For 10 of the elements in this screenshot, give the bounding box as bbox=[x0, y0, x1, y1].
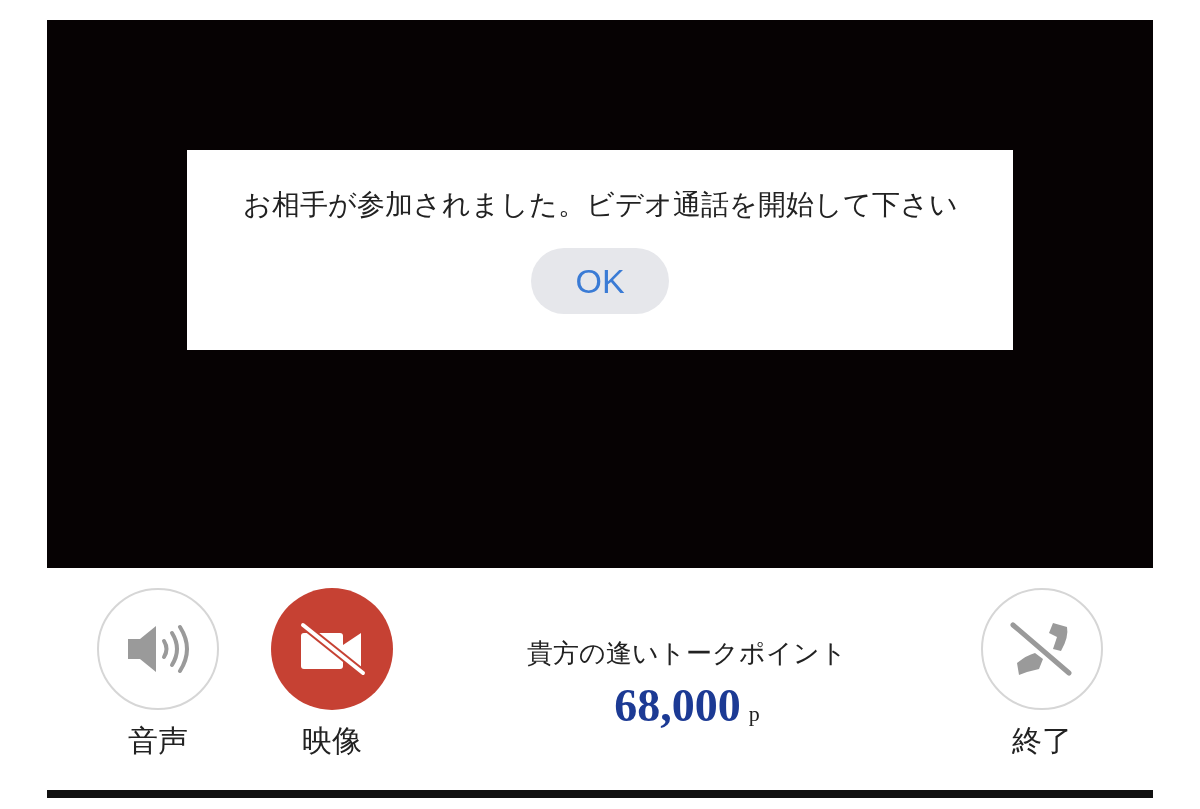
points-title: 貴方の逢いトークポイント bbox=[527, 637, 847, 670]
control-label: 終了 bbox=[1012, 726, 1072, 756]
control-label: 映像 bbox=[302, 726, 362, 756]
points-value: 68,000 bbox=[614, 683, 741, 729]
dialog-message: お相手が参加されました。ビデオ通話を開始して下さい bbox=[242, 188, 958, 222]
control-label: 音声 bbox=[128, 726, 188, 756]
speaker-icon bbox=[126, 623, 190, 675]
points-unit: p bbox=[748, 700, 760, 728]
phone-off-icon bbox=[1009, 619, 1075, 679]
ok-button[interactable]: OK bbox=[531, 248, 669, 314]
